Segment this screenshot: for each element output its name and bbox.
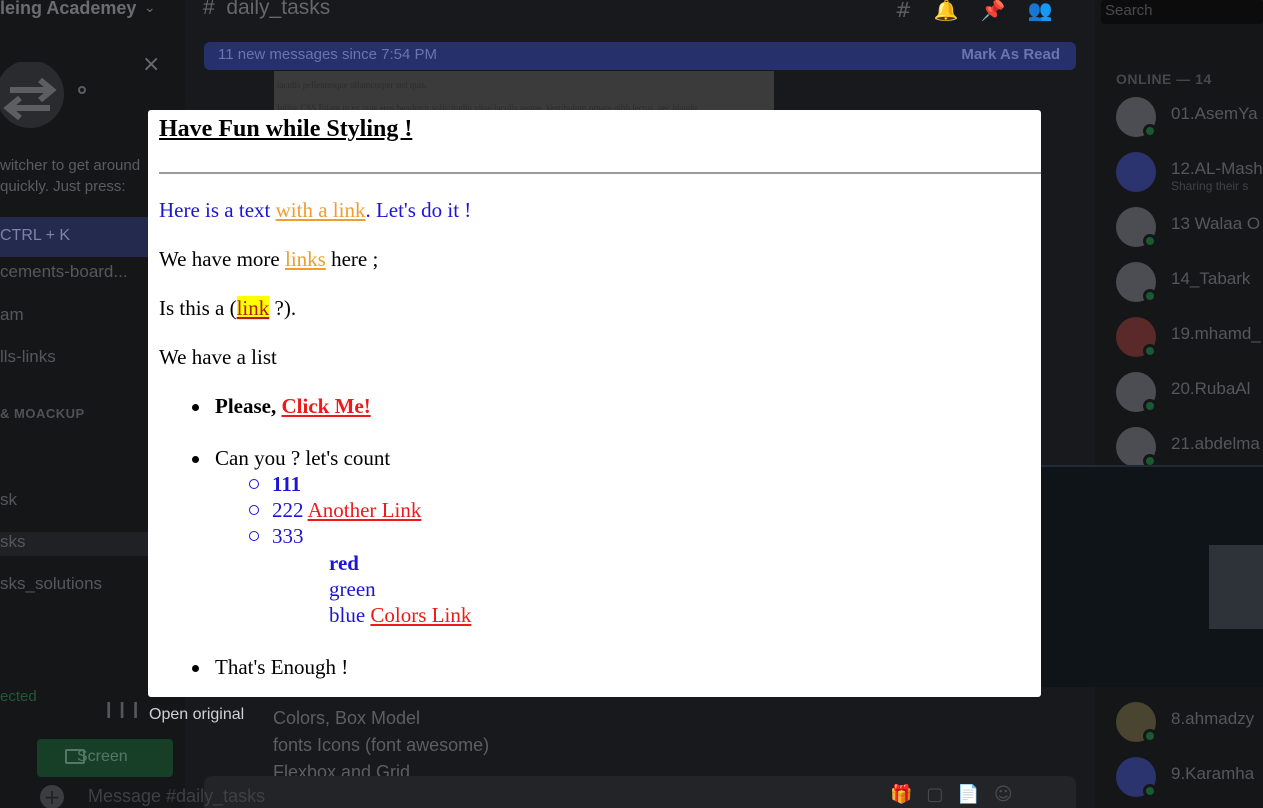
voice-status: ected: [0, 688, 37, 705]
channel-item[interactable]: cements-board...: [0, 262, 128, 282]
another-link[interactable]: Another Link: [308, 498, 422, 522]
circle-bullet-icon: [249, 479, 259, 489]
bullet-icon: [192, 456, 199, 463]
member-item[interactable]: 20.RubaAl: [1116, 372, 1263, 416]
click-me-link[interactable]: Click Me!: [281, 394, 370, 418]
message-line: fonts Icons (font awesome): [273, 735, 490, 755]
list-item: Can you ? let's count: [215, 446, 391, 470]
channel-item[interactable]: lls-links: [0, 347, 56, 367]
channel-header: # daily_tasks: [203, 0, 331, 19]
open-original-link[interactable]: Open original: [149, 706, 244, 724]
color-item-blue: blue Colors Link: [329, 603, 472, 627]
member-item[interactable]: 19.mhamd_: [1116, 317, 1263, 361]
sublist-item: 333: [272, 524, 304, 548]
list-item: That's Enough !: [215, 655, 349, 679]
image-lightbox[interactable]: Have Fun while Styling ! Here is a text …: [148, 110, 1041, 697]
member-item[interactable]: 9.Karamha: [1116, 757, 1263, 801]
screen-share-button[interactable]: Screen: [37, 739, 173, 777]
sublist-item: 111: [272, 472, 302, 496]
stream-preview-window: [1209, 545, 1263, 629]
colors-link[interactable]: Colors Link: [370, 603, 471, 627]
image-preview[interactable]: iaculis pellentesque ullamcorper sed qui…: [274, 71, 774, 113]
member-item[interactable]: 12.AL-Mash Sharing their s: [1116, 152, 1263, 196]
color-item-red: red: [329, 551, 359, 575]
highlighted-link[interactable]: link: [236, 296, 270, 320]
bullet-icon: [192, 665, 199, 672]
member-item[interactable]: 8.ahmadzy: [1116, 702, 1263, 746]
circle-bullet-icon: [249, 531, 259, 541]
close-icon[interactable]: ×: [142, 52, 160, 77]
soundwave-icon[interactable]: ❙❙❙: [102, 699, 142, 718]
category-label[interactable]: & MOACKUP: [0, 406, 85, 421]
bullet-icon: [192, 404, 199, 411]
paragraph-3: Is this a (link ?).: [159, 296, 297, 320]
composer-placeholder[interactable]: Message #daily_tasks: [88, 786, 265, 807]
search-input[interactable]: Search: [1101, 0, 1263, 24]
composer-icons[interactable]: 🎁▢📄☺: [890, 784, 1027, 805]
text-link[interactable]: with a link: [276, 198, 366, 222]
member-item[interactable]: 13 Walaa O: [1116, 207, 1263, 251]
chevron-down-icon[interactable]: ⌄: [144, 0, 156, 16]
member-item[interactable]: 14_Tabark: [1116, 262, 1263, 306]
switch-arrows-icon: [0, 62, 86, 128]
divider: [159, 172, 1041, 174]
avatar: [1116, 152, 1156, 192]
channel-item[interactable]: am: [0, 305, 24, 325]
channel-item[interactable]: sk: [0, 490, 17, 510]
new-messages-bar[interactable]: 11 new messages since 7:54 PM Mark As Re…: [204, 42, 1076, 70]
add-attachment-icon[interactable]: +: [40, 785, 64, 808]
mark-as-read-button[interactable]: Mark As Read: [961, 46, 1060, 63]
channel-item-active[interactable]: sks: [0, 532, 150, 556]
sublist-item: 222 Another Link: [272, 498, 422, 522]
switcher-tip: witcher to get around quickly. Just pres…: [0, 157, 141, 195]
links-link[interactable]: links: [285, 247, 326, 271]
paragraph-4: We have a list: [159, 345, 277, 369]
paragraph-2: We have more links here ;: [159, 247, 379, 271]
header-icons[interactable]: #🔔📌👥: [895, 0, 1074, 22]
paragraph-1: Here is a text with a link. Let's do it …: [159, 198, 472, 222]
channel-item[interactable]: sks_solutions: [0, 574, 102, 594]
online-header: ONLINE — 14: [1116, 71, 1212, 87]
screen-icon: [65, 749, 85, 764]
message-line: Colors, Box Model: [273, 708, 421, 728]
circle-bullet-icon: [249, 505, 259, 515]
page-title: Have Fun while Styling !: [159, 116, 413, 142]
list-item: Please, Click Me!: [215, 394, 371, 418]
member-item[interactable]: 01.AsemYa: [1116, 97, 1263, 141]
server-name[interactable]: leing Academey: [0, 0, 136, 19]
color-item-green: green: [329, 577, 376, 601]
